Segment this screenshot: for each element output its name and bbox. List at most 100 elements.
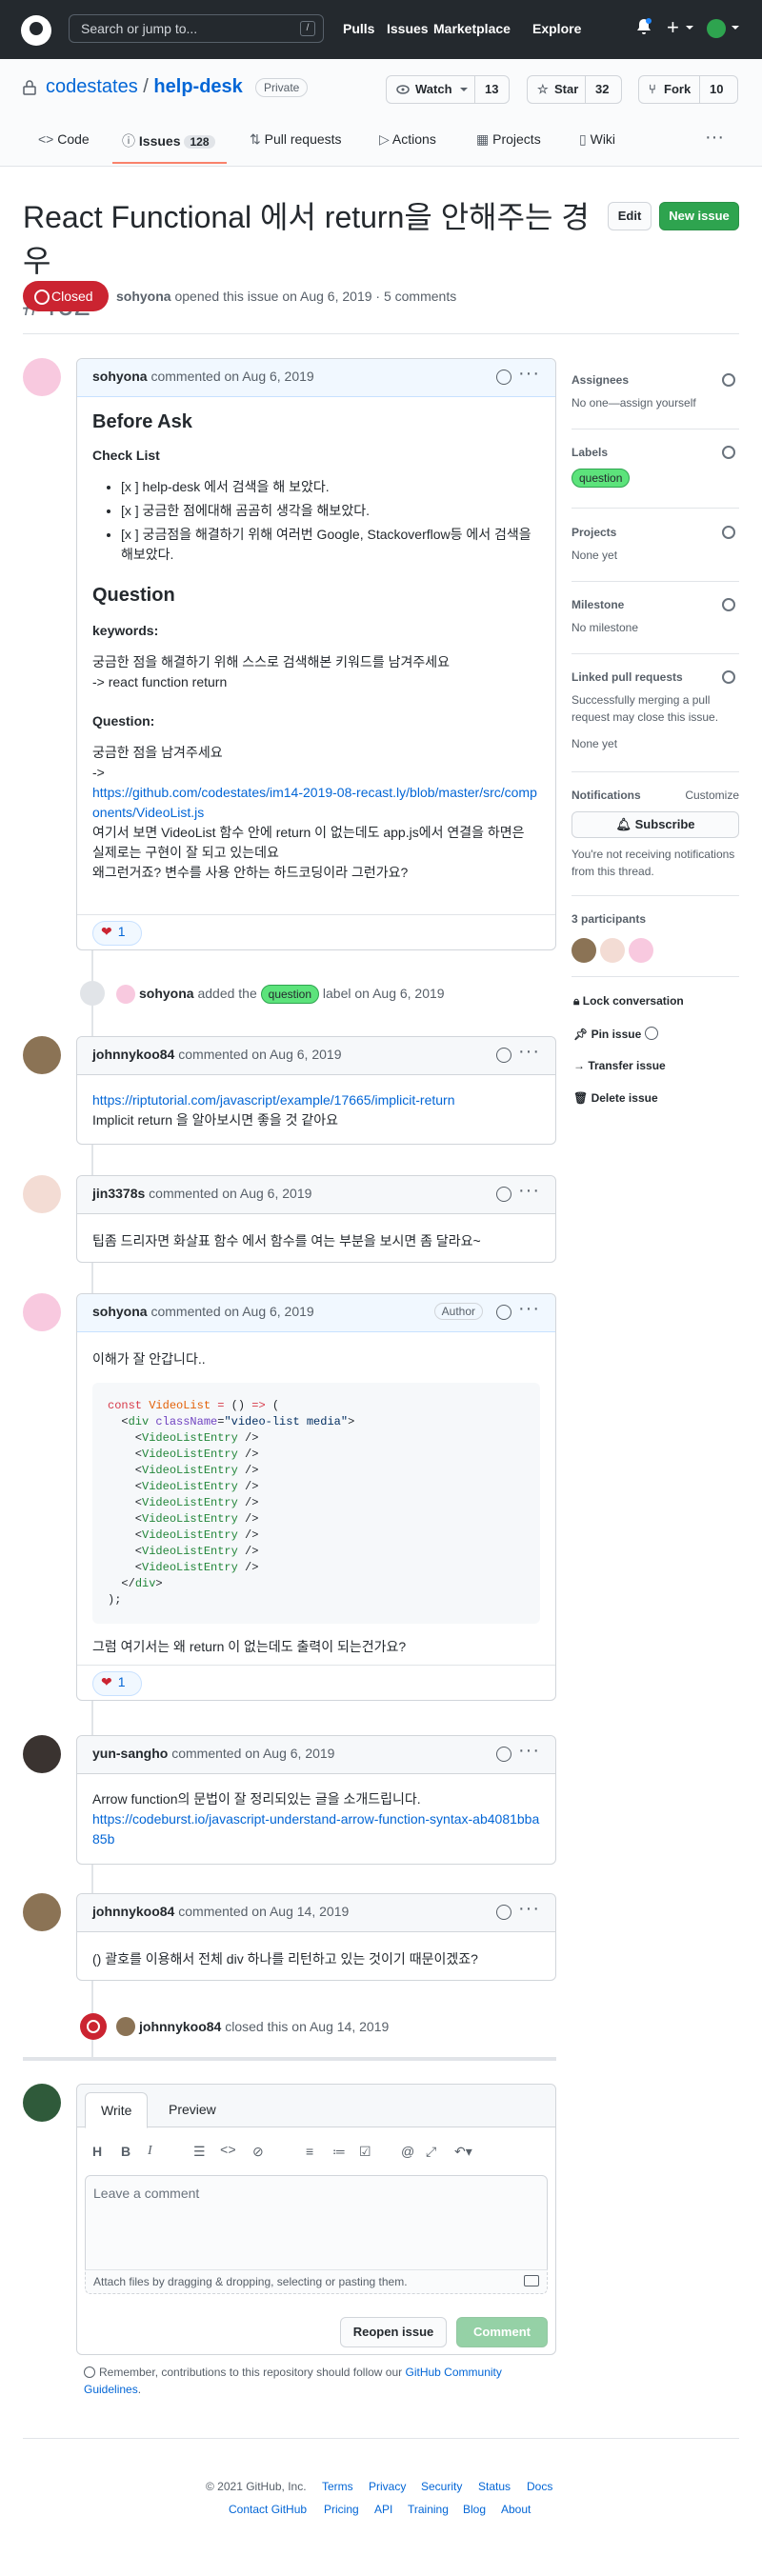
add-reaction-icon[interactable] — [496, 1747, 511, 1762]
assignees-value[interactable]: No one—assign yourself — [572, 394, 739, 411]
heart-reaction-button[interactable]: ❤ 1 — [92, 921, 142, 946]
comment-author[interactable]: jin3378s — [92, 1186, 145, 1201]
fork-count[interactable]: 10 — [699, 76, 732, 103]
comment-author[interactable]: johnnykoo84 — [92, 1904, 174, 1919]
lock-conversation-link[interactable]: 🔒︎ Lock conversation — [573, 994, 684, 1008]
tab-write[interactable]: Write — [85, 2092, 149, 2128]
comment-author[interactable]: yun-sangho — [92, 1746, 168, 1761]
avatar-johnnykoo84-small[interactable] — [116, 2017, 135, 2036]
github-logo-icon[interactable] — [21, 15, 51, 46]
mention-icon[interactable]: @ — [401, 2144, 414, 2159]
gear-icon[interactable] — [722, 670, 735, 684]
watch-button[interactable]: Watch 13 — [386, 75, 510, 104]
footer-link-security[interactable]: Security — [421, 2480, 462, 2493]
repo-name-link[interactable]: help-desk — [153, 76, 242, 97]
create-new-icon[interactable]: + — [667, 15, 679, 40]
avatar-johnnykoo84[interactable] — [23, 1036, 61, 1074]
tab-actions[interactable]: ▷ Actions — [379, 131, 436, 148]
customize-link[interactable]: Customize — [685, 789, 739, 802]
quote-icon[interactable]: ☰ — [193, 2144, 206, 2160]
tab-issues[interactable]: ⓘ Issues 128 — [122, 131, 215, 150]
delete-issue-link[interactable]: 🗑︎ Delete issue — [573, 1091, 658, 1105]
implicit-return-link[interactable]: https://riptutorial.com/javascript/examp… — [92, 1090, 540, 1110]
nav-explore[interactable]: Explore — [532, 21, 581, 36]
avatar-sohyona[interactable] — [23, 358, 61, 396]
gear-icon[interactable] — [722, 598, 735, 611]
arrow-function-link[interactable]: https://codeburst.io/javascript-understa… — [92, 1809, 540, 1849]
fork-button[interactable]: ⑂ Fork 10 — [638, 75, 738, 104]
label-question[interactable]: question — [260, 985, 320, 1004]
heading-icon[interactable]: H — [92, 2144, 102, 2159]
repo-owner-link[interactable]: codestates — [46, 76, 138, 97]
tab-wiki[interactable]: ▯ Wiki — [579, 131, 615, 148]
footer-link-status[interactable]: Status — [478, 2480, 511, 2493]
new-issue-button[interactable]: New issue — [659, 202, 739, 230]
ordered-list-icon[interactable]: ≔ — [332, 2144, 346, 2160]
kebab-menu-icon[interactable]: ··· — [518, 1740, 540, 1762]
footer-link-pricing[interactable]: Pricing — [324, 2503, 359, 2516]
sidebar-heading[interactable]: Milestone — [572, 598, 739, 611]
kebab-menu-icon[interactable]: ··· — [518, 1298, 540, 1320]
footer-link-blog[interactable]: Blog — [463, 2503, 486, 2516]
reopen-issue-button[interactable]: Reopen issue — [340, 2317, 447, 2347]
avatar-yun-sangho[interactable] — [23, 1735, 61, 1773]
italic-icon[interactable]: I — [148, 2144, 152, 2159]
avatar-jin3378s[interactable] — [23, 1175, 61, 1213]
participant-avatar[interactable] — [600, 938, 625, 963]
edit-button[interactable]: Edit — [608, 202, 652, 230]
kebab-menu-icon[interactable]: ··· — [518, 363, 540, 385]
gear-icon[interactable] — [722, 526, 735, 539]
add-reaction-icon[interactable] — [496, 1305, 511, 1320]
search-input[interactable]: Search or jump to... / — [69, 14, 324, 43]
issue-author-link[interactable]: sohyona — [116, 289, 171, 304]
add-reaction-icon[interactable] — [496, 1187, 511, 1202]
link-icon[interactable]: ⊘ — [252, 2144, 264, 2160]
comment-author[interactable]: sohyona — [92, 1304, 148, 1319]
kebab-menu-icon[interactable]: ··· — [518, 1041, 540, 1063]
avatar-sohyona-small[interactable] — [116, 985, 135, 1004]
kebab-menu-icon[interactable]: ··· — [518, 1180, 540, 1202]
star-count[interactable]: 32 — [585, 76, 618, 103]
event-actor[interactable]: sohyona — [139, 986, 194, 1001]
reply-icon[interactable]: ↶▾ — [454, 2144, 472, 2160]
comment-author[interactable]: johnnykoo84 — [92, 1047, 174, 1062]
star-button[interactable]: ☆ Star 32 — [527, 75, 622, 104]
tab-preview[interactable]: Preview — [153, 2092, 231, 2128]
gear-icon[interactable] — [722, 446, 735, 459]
heart-reaction-button[interactable]: ❤ 1 — [92, 1671, 142, 1696]
footer-link-privacy[interactable]: Privacy — [369, 2480, 406, 2493]
nav-marketplace[interactable]: Marketplace — [433, 21, 511, 36]
avatar-johnnykoo84[interactable] — [23, 1893, 61, 1931]
unordered-list-icon[interactable]: ≡ — [306, 2144, 313, 2159]
bold-icon[interactable]: B — [121, 2144, 130, 2159]
event-actor[interactable]: johnnykoo84 — [139, 2019, 221, 2034]
transfer-issue-link[interactable]: → Transfer issue — [573, 1059, 666, 1072]
footer-link-contact[interactable]: Contact GitHub — [229, 2503, 307, 2516]
tab-projects[interactable]: ▦ Projects — [476, 131, 541, 148]
sidebar-heading[interactable]: Assignees — [572, 373, 739, 387]
participant-avatar[interactable] — [629, 938, 653, 963]
comment-author[interactable]: sohyona — [92, 369, 148, 384]
footer-link-terms[interactable]: Terms — [322, 2480, 353, 2493]
attach-files-bar[interactable]: Attach files by dragging & dropping, sel… — [85, 2269, 548, 2294]
footer-link-training[interactable]: Training — [408, 2503, 449, 2516]
subscribe-button[interactable]: 🔔︎ Subscribe — [572, 811, 739, 838]
avatar-sohyona[interactable] — [23, 1293, 61, 1331]
pin-issue-link[interactable]: 📌︎ Pin issue — [573, 1027, 658, 1041]
comment-button[interactable]: Comment — [456, 2317, 548, 2347]
nav-issues[interactable]: Issues — [387, 21, 429, 36]
kebab-menu-icon[interactable]: ··· — [518, 1898, 540, 1920]
gear-icon[interactable] — [722, 373, 735, 387]
watch-count[interactable]: 13 — [474, 76, 508, 103]
avatar-current-user[interactable] — [23, 2084, 61, 2122]
add-reaction-icon[interactable] — [496, 1048, 511, 1063]
nav-pulls[interactable]: Pulls — [343, 21, 374, 36]
sidebar-heading[interactable]: Projects — [572, 526, 739, 539]
participant-avatar[interactable] — [572, 938, 596, 963]
sidebar-heading[interactable]: Labels — [572, 446, 739, 459]
videolist-link[interactable]: https://github.com/codestates/im14-2019-… — [92, 783, 540, 823]
footer-link-docs[interactable]: Docs — [527, 2480, 552, 2493]
task-list-icon[interactable]: ☑ — [359, 2144, 371, 2160]
footer-link-about[interactable]: About — [501, 2503, 531, 2516]
label-question[interactable]: question — [572, 469, 631, 488]
